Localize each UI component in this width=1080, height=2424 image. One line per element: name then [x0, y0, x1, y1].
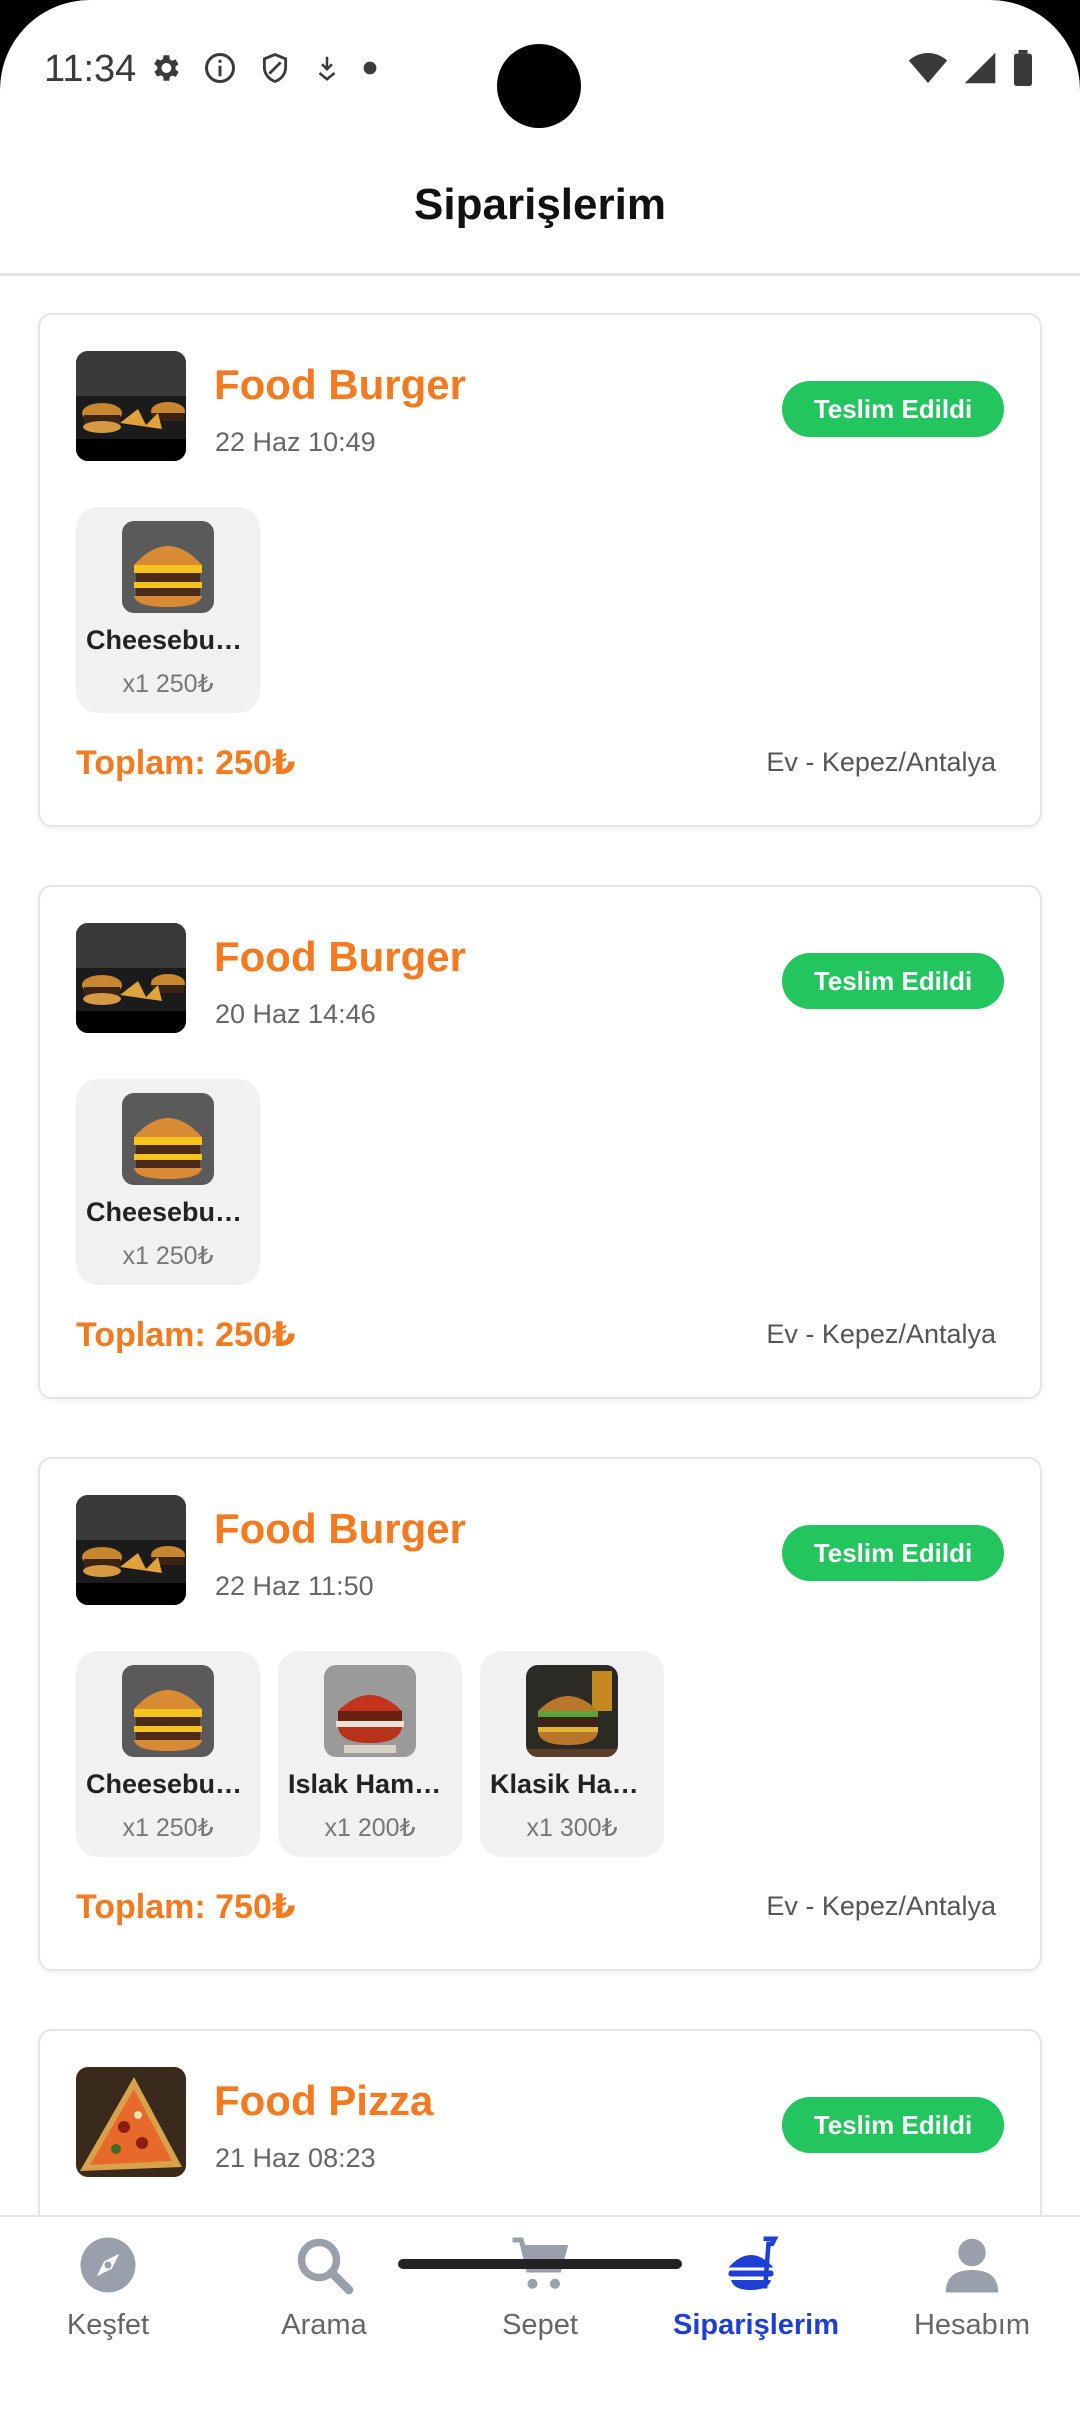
- battery-icon: [1014, 50, 1032, 86]
- nav-item-arama[interactable]: Arama: [216, 2217, 432, 2367]
- item-image-cheeseburger: [122, 521, 214, 613]
- nav-label: Arama: [281, 2309, 367, 2341]
- item-image-cheeseburger: [122, 1665, 214, 1757]
- delivery-address: Ev - Kepez/Antalya: [766, 747, 996, 777]
- restaurant-logo: [76, 1495, 186, 1605]
- order-items: Cheeseburger x1 250₺: [76, 1079, 260, 1285]
- camera-cutout: [497, 44, 581, 128]
- restaurant-name: Food Pizza: [214, 2077, 434, 2124]
- restaurant-logo: [76, 923, 186, 1033]
- item-name: Islak Hamburger: [288, 1769, 452, 1799]
- search-icon: [297, 2238, 354, 2295]
- page-title: Siparişlerim: [414, 180, 666, 229]
- signal-icon: [964, 52, 996, 84]
- item-image-islak-hamburger: [324, 1665, 416, 1757]
- item-name: Klasik Hamburger: [490, 1769, 654, 1799]
- order-item[interactable]: Klasik Hamburger x1 300₺: [480, 1651, 664, 1857]
- bottom-navigation: Keşfet Arama Sepet Siparişlerim Hesabım: [0, 2215, 1080, 2424]
- item-name: Cheeseburger: [86, 1769, 250, 1799]
- shield-icon: [262, 53, 288, 83]
- order-total: Toplam: 250₺: [76, 744, 296, 782]
- download-icon: [318, 56, 336, 81]
- status-badge: Teslim Edildi: [782, 2097, 1004, 2153]
- order-total: Toplam: 750₺: [76, 1888, 296, 1926]
- profile-icon: [945, 2238, 999, 2293]
- order-item[interactable]: Islak Hamburger x1 200₺: [278, 1651, 462, 1857]
- order-date: 20 Haz 14:46: [215, 999, 376, 1029]
- order-item[interactable]: Cheeseburger x1 250₺: [76, 1079, 260, 1285]
- wifi-icon: [908, 53, 948, 83]
- restaurant-name: Food Burger: [214, 1505, 466, 1552]
- nav-item-hesabim[interactable]: Hesabım: [864, 2217, 1080, 2367]
- restaurant-name: Food Burger: [214, 933, 466, 980]
- orders-list[interactable]: Food Burger 22 Haz 10:49 Teslim Edildi C…: [0, 279, 1080, 2215]
- app-screen: 11:34 Siparişlerim Food Burger 22 Haz 10…: [0, 0, 1080, 2424]
- order-item[interactable]: Cheeseburger x1 250₺: [76, 1651, 260, 1857]
- nav-label: Siparişlerim: [672, 2309, 840, 2341]
- restaurant-logo: [76, 2067, 186, 2177]
- nav-label: Hesabım: [913, 2309, 1031, 2341]
- nav-label: Sepet: [502, 2309, 578, 2341]
- item-image-cheeseburger: [122, 1093, 214, 1185]
- orders-icon: [728, 2236, 779, 2290]
- info-icon: [205, 53, 235, 83]
- status-badge: Teslim Edildi: [782, 953, 1004, 1009]
- nav-label: Keşfet: [66, 2309, 150, 2341]
- app-header: Siparişlerim: [0, 140, 1080, 276]
- item-name: Cheeseburger: [86, 1197, 250, 1227]
- order-date: 21 Haz 08:23: [215, 2143, 376, 2173]
- nav-item-kesfet[interactable]: Keşfet: [0, 2217, 216, 2367]
- nav-item-sepet[interactable]: Sepet: [432, 2217, 648, 2367]
- status-badge: Teslim Edildi: [782, 381, 1004, 437]
- restaurant-logo: [76, 351, 186, 461]
- order-items: Cheeseburger x1 250₺ Islak Hamburger x1 …: [76, 1651, 664, 1857]
- item-quantity-price: x1 250₺: [122, 670, 214, 698]
- order-items: Cheeseburger x1 250₺: [76, 507, 260, 713]
- compass-icon: [80, 2237, 136, 2293]
- order-card[interactable]: Food Burger 20 Haz 14:46 Teslim Edildi C…: [38, 885, 1042, 1399]
- order-date: 22 Haz 11:50: [215, 1571, 374, 1601]
- item-quantity-price: x1 300₺: [526, 1814, 618, 1842]
- item-quantity-price: x1 250₺: [122, 1814, 214, 1842]
- status-system-icons: [908, 50, 1034, 86]
- status-time: 11:34: [44, 48, 137, 90]
- order-date: 22 Haz 10:49: [215, 427, 376, 457]
- settings-icon: [154, 55, 179, 81]
- nav-item-siparislerim[interactable]: Siparişlerim: [648, 2217, 864, 2367]
- order-item[interactable]: Cheeseburger x1 250₺: [76, 507, 260, 713]
- order-card[interactable]: Food Pizza 21 Haz 08:23 Teslim Edildi: [38, 2029, 1042, 2215]
- status-badge: Teslim Edildi: [782, 1525, 1004, 1581]
- status-notification-icons: [148, 50, 378, 86]
- item-quantity-price: x1 200₺: [324, 1814, 416, 1842]
- item-quantity-price: x1 250₺: [122, 1242, 214, 1270]
- home-indicator[interactable]: [398, 2259, 682, 2269]
- delivery-address: Ev - Kepez/Antalya: [766, 1891, 996, 1921]
- status-bar: 11:34: [0, 0, 1080, 140]
- dot-icon: [363, 61, 377, 75]
- order-card[interactable]: Food Burger 22 Haz 11:50 Teslim Edildi C…: [38, 1457, 1042, 1971]
- restaurant-name: Food Burger: [214, 361, 466, 408]
- order-total: Toplam: 250₺: [76, 1316, 296, 1354]
- delivery-address: Ev - Kepez/Antalya: [766, 1319, 996, 1349]
- order-card[interactable]: Food Burger 22 Haz 10:49 Teslim Edildi C…: [38, 313, 1042, 827]
- item-name: Cheeseburger: [86, 625, 250, 655]
- item-image-klasik-hamburger: [526, 1665, 618, 1757]
